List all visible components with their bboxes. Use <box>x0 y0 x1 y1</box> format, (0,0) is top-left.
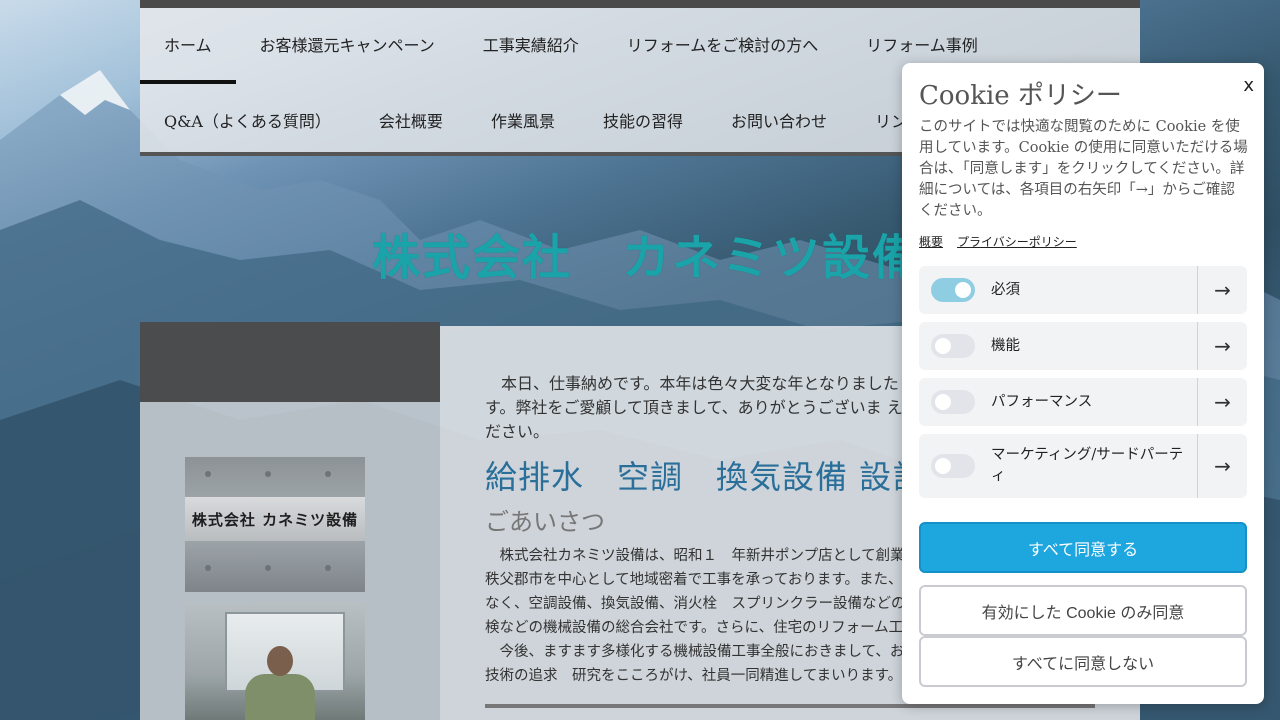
cookie-category-label: パフォーマンス <box>991 393 1093 410</box>
sidebar-header <box>140 322 440 402</box>
nav-item-contact[interactable]: お問い合わせ <box>707 84 851 156</box>
nav-item-reform-consider[interactable]: リフォームをご検討の方へ <box>603 8 843 80</box>
president-photo <box>185 602 365 720</box>
wall-dot <box>205 471 211 477</box>
nav-row-2: Q&A（よくある質問） 会社概要 作業風景 技能の習得 お問い合わせ リン <box>140 84 931 156</box>
wall-dot <box>265 471 271 477</box>
performance-toggle[interactable] <box>931 390 975 414</box>
functional-toggle[interactable] <box>931 334 975 358</box>
content-divider <box>485 704 1095 708</box>
toggle-knob <box>935 458 951 474</box>
nav-row-1: ホーム お客様還元キャンペーン 工事実績紹介 リフォームをご検討の方へ リフォー… <box>140 8 1002 84</box>
person-body <box>245 674 315 720</box>
wall-dot <box>265 565 271 571</box>
arrow-right-icon[interactable]: → <box>1197 322 1247 370</box>
nav-item-works[interactable]: 工事実績紹介 <box>459 8 603 80</box>
toggle-knob <box>935 394 951 410</box>
nav-item-home[interactable]: ホーム <box>140 8 236 84</box>
cookie-category-label: マーケティング/サードパーティ <box>991 447 1184 484</box>
privacy-policy-link[interactable]: プライバシーポリシー <box>957 233 1077 250</box>
nav-item-skills[interactable]: 技能の習得 <box>579 84 707 156</box>
intro-text: 本日、仕事納めです。本年は色々大変な年となりました です。弊社をご愛顧して頂きま… <box>485 374 921 441</box>
nav-item-campaign[interactable]: お客様還元キャンペーン <box>236 8 459 80</box>
greeting-heading: ごあいさつ <box>485 508 605 536</box>
cookie-policy-panel: x Cookie ポリシー このサイトでは快適な閲覧のために Cookie を使… <box>902 63 1264 704</box>
company-sign-photo: 株式会社 カネミツ設備 <box>185 457 365 592</box>
company-sign-text: 株式会社 カネミツ設備 <box>185 497 365 541</box>
person-head <box>267 646 293 676</box>
site-title: 株式会社 カネミツ設備 <box>372 230 923 286</box>
cookie-category-label: 必須 <box>991 281 1020 298</box>
arrow-right-icon[interactable]: → <box>1197 434 1247 498</box>
cookie-category-required: 必須 → <box>919 266 1247 314</box>
close-icon[interactable]: x <box>1243 75 1254 96</box>
toggle-knob <box>935 338 951 354</box>
wall-dot <box>205 565 211 571</box>
cookie-overview-link[interactable]: 概要 <box>919 233 943 250</box>
accept-all-button[interactable]: すべて同意する <box>919 522 1247 573</box>
wall-dot <box>325 471 331 477</box>
nav-item-work-scenes[interactable]: 作業風景 <box>467 84 579 156</box>
toggle-knob <box>955 282 971 298</box>
nav-item-company[interactable]: 会社概要 <box>355 84 467 156</box>
cookie-links: 概要 プライバシーポリシー <box>919 233 1077 250</box>
required-toggle[interactable] <box>931 278 975 302</box>
cookie-category-marketing: マーケティング/サードパーティ → <box>919 434 1247 498</box>
reject-all-button[interactable]: すべてに同意しない <box>919 636 1247 687</box>
wall-dot <box>325 565 331 571</box>
nav-item-faq[interactable]: Q&A（よくある質問） <box>140 84 355 156</box>
cookie-category-performance: パフォーマンス → <box>919 378 1247 426</box>
header-top-strip <box>140 0 1140 8</box>
services-heading: 給排水 空調 換気設備 設計 <box>485 458 926 496</box>
cookie-title: Cookie ポリシー <box>919 81 1122 111</box>
marketing-toggle[interactable] <box>931 454 975 478</box>
greeting-text: 株式会社カネミツ設備は、昭和１ 年新井ポンプ店として創業以 秩父郡市を中心として… <box>485 548 920 684</box>
cookie-category-functional: 機能 → <box>919 322 1247 370</box>
cookie-description: このサイトでは快適な閲覧のために Cookie を使用しています。Cookie … <box>919 119 1248 219</box>
accept-enabled-button[interactable]: 有効にした Cookie のみ同意 <box>919 585 1247 636</box>
cookie-category-label: 機能 <box>991 337 1020 354</box>
arrow-right-icon[interactable]: → <box>1197 266 1247 314</box>
arrow-right-icon[interactable]: → <box>1197 378 1247 426</box>
